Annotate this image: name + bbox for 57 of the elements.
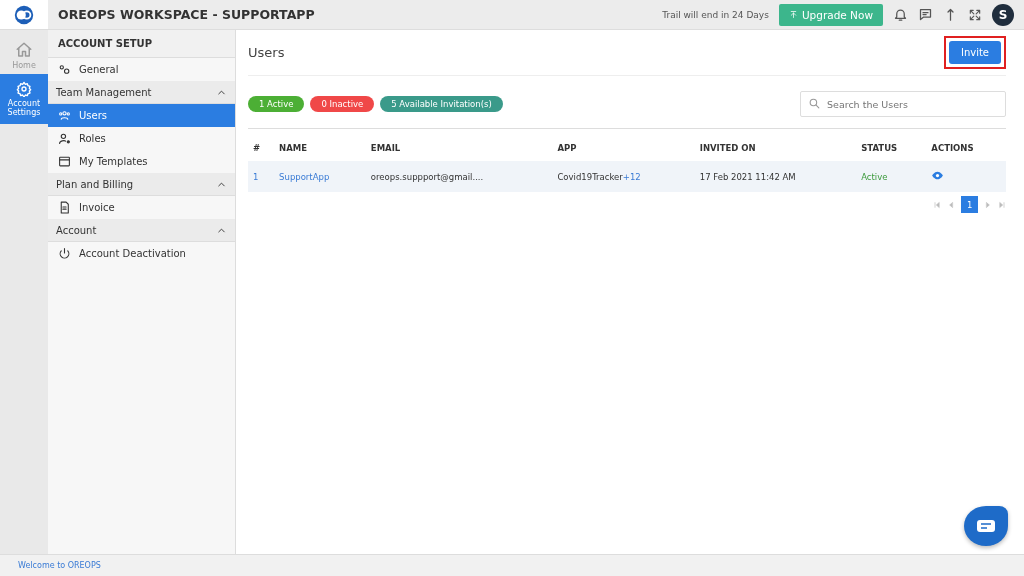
- eye-icon: [931, 169, 945, 182]
- sidebar-item[interactable]: General: [48, 58, 235, 81]
- chat-button[interactable]: [964, 506, 1008, 546]
- search-field[interactable]: Search the Users: [800, 91, 1006, 117]
- users-icon: [58, 109, 71, 122]
- home-icon: [15, 40, 33, 59]
- nav-item[interactable]: Account Settings: [0, 74, 48, 124]
- column-header: EMAIL: [365, 135, 553, 161]
- document-icon: [58, 201, 71, 214]
- status-badge[interactable]: 5 Available Invitation(s): [380, 96, 503, 112]
- page-button[interactable]: 1: [961, 196, 978, 213]
- user-avatar[interactable]: S: [992, 3, 1014, 26]
- message-icon: [977, 520, 995, 532]
- table-cell: Active: [856, 161, 927, 192]
- sidebar-item[interactable]: My Templates: [48, 150, 235, 173]
- column-header: INVITED ON: [694, 135, 857, 161]
- sidebar-item[interactable]: Roles: [48, 127, 235, 150]
- status-badge[interactable]: 1 Active: [248, 96, 305, 112]
- bell-icon: [893, 7, 908, 22]
- power-icon: [58, 247, 71, 260]
- first-page-icon: [933, 201, 941, 209]
- table-cell: oreops.suppport@gmail....: [365, 161, 553, 192]
- table-cell: Covid19Tracker+12: [552, 161, 695, 192]
- trial-notice: Trail will end in 24 Days: [662, 9, 769, 20]
- upgrade-icon: [788, 10, 798, 19]
- column-header: #: [248, 135, 275, 161]
- search-icon: [808, 97, 821, 110]
- column-header: STATUS: [856, 135, 927, 161]
- invite-button[interactable]: Invite: [948, 41, 1001, 64]
- page-title: Users: [248, 45, 285, 60]
- previous-icon: [947, 201, 955, 209]
- window-icon: [58, 155, 71, 168]
- sidebar-item[interactable]: Users: [48, 104, 235, 127]
- last-page-icon: [998, 201, 1006, 209]
- footer-text: Welcome to OREOPS: [18, 561, 101, 570]
- message-icon: [918, 7, 933, 22]
- fullscreen-icon: [968, 7, 982, 22]
- logo-icon: [13, 3, 35, 26]
- column-header: NAME: [274, 135, 366, 161]
- next-icon: [984, 201, 992, 209]
- upgrade-button[interactable]: Upgrade Now: [778, 3, 883, 26]
- table-cell: 17 Feb 2021 11:42 AM: [694, 161, 857, 192]
- sidebar-heading: ACCOUNT SETUP: [48, 30, 235, 58]
- status-badge[interactable]: 0 Inactive: [310, 96, 375, 112]
- user-icon: [58, 132, 71, 145]
- table-cell: 1: [248, 161, 275, 192]
- sidebar-section[interactable]: Team Management: [48, 81, 235, 104]
- sidebar-item[interactable]: Invoice: [48, 196, 235, 219]
- workspace-title: OREOPS WORKSPACE - SUPPORTAPP: [58, 7, 316, 22]
- nav-item[interactable]: Home: [0, 36, 48, 74]
- settings-icon: [16, 81, 32, 97]
- sidebar-section[interactable]: Plan and Billing: [48, 173, 235, 196]
- sidebar-section[interactable]: Account: [48, 219, 235, 242]
- user-name-link[interactable]: SupportApp: [274, 161, 366, 192]
- column-header: APP: [552, 135, 695, 161]
- sidebar-item[interactable]: Account Deactivation: [48, 242, 235, 265]
- column-header: ACTIONS: [926, 135, 1006, 161]
